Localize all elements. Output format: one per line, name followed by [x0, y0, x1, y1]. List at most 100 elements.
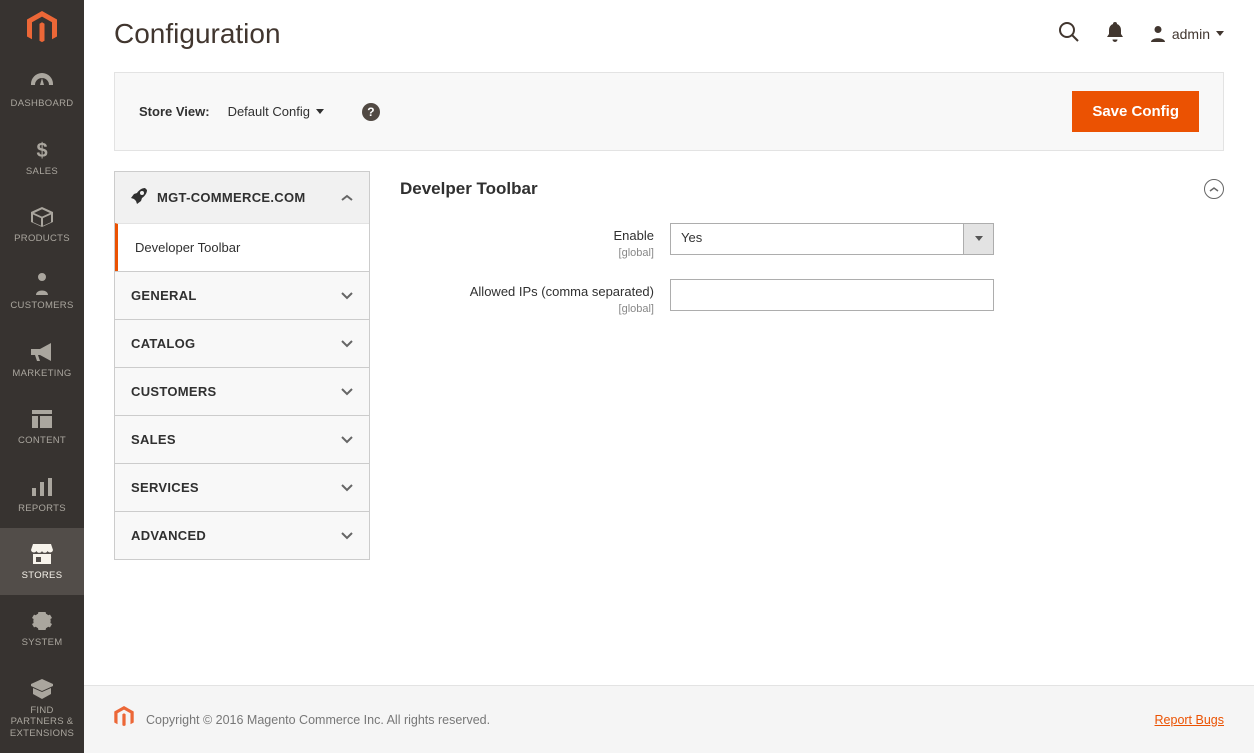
- select-value: Yes: [671, 224, 963, 254]
- admin-account-menu[interactable]: admin: [1150, 26, 1224, 42]
- store-view-selector[interactable]: Default Config: [228, 104, 324, 119]
- config-group-sales: SALES: [114, 415, 370, 463]
- chevron-down-icon: [341, 484, 353, 492]
- sidebar-item-dashboard[interactable]: DASHBOARD: [0, 56, 84, 123]
- dashboard-icon: [31, 70, 53, 94]
- chevron-down-icon: [341, 292, 353, 300]
- search-icon[interactable]: [1058, 21, 1080, 48]
- header-actions: admin: [1058, 21, 1224, 48]
- sidebar-item-label: CONTENT: [18, 435, 66, 446]
- field-allowed-ips: Allowed IPs (comma separated) [global]: [400, 279, 1224, 315]
- config-group-advanced: ADVANCED: [114, 511, 370, 560]
- magento-logo-small: [114, 706, 134, 733]
- config-group-header[interactable]: CUSTOMERS: [115, 368, 369, 415]
- field-label: Enable: [614, 228, 654, 243]
- settings-panel: Develper Toolbar Enable [global] Yes: [400, 171, 1224, 655]
- dollar-icon: $: [35, 138, 49, 162]
- main-content: Configuration admin Store View: Default …: [84, 0, 1254, 753]
- store-view-value: Default Config: [228, 104, 310, 119]
- user-icon: [1150, 26, 1166, 42]
- config-group-header[interactable]: GENERAL: [115, 272, 369, 319]
- rocket-icon: [131, 188, 147, 207]
- chevron-down-icon: [341, 436, 353, 444]
- save-config-button[interactable]: Save Config: [1072, 91, 1199, 132]
- config-group-general: GENERAL: [114, 271, 370, 319]
- config-group-mgtcommerce: MGT-COMMERCE.COM Developer Toolbar: [114, 171, 370, 271]
- panel-header[interactable]: Develper Toolbar: [400, 171, 1224, 223]
- panel-title: Develper Toolbar: [400, 179, 538, 199]
- enable-select[interactable]: Yes: [670, 223, 994, 255]
- config-group-services: SERVICES: [114, 463, 370, 511]
- sidebar-item-stores[interactable]: STORES: [0, 528, 84, 595]
- sidebar-item-label: PRODUCTS: [14, 233, 70, 244]
- config-group-header[interactable]: MGT-COMMERCE.COM: [115, 172, 369, 223]
- person-icon: [34, 272, 50, 296]
- sidebar-item-sales[interactable]: $ SALES: [0, 124, 84, 191]
- sidebar-item-marketing[interactable]: MARKETING: [0, 326, 84, 393]
- layout-icon: [32, 407, 52, 431]
- config-nav: MGT-COMMERCE.COM Developer Toolbar GENER…: [114, 171, 370, 655]
- sidebar-item-products[interactable]: PRODUCTS: [0, 191, 84, 258]
- store-view-toolbar: Store View: Default Config ? Save Config: [114, 72, 1224, 151]
- magento-logo[interactable]: [0, 0, 84, 56]
- sidebar-item-label: STORES: [22, 570, 63, 581]
- config-group-label: MGT-COMMERCE.COM: [157, 190, 306, 205]
- help-icon[interactable]: ?: [362, 103, 380, 121]
- config-group-catalog: CATALOG: [114, 319, 370, 367]
- notifications-icon[interactable]: [1106, 22, 1124, 47]
- sidebar-item-label: CUSTOMERS: [10, 300, 73, 311]
- field-enable: Enable [global] Yes: [400, 223, 1224, 259]
- page-header: Configuration admin: [84, 0, 1254, 62]
- config-group-label: CUSTOMERS: [131, 384, 217, 399]
- sidebar-item-label: REPORTS: [18, 503, 66, 514]
- config-body: MGT-COMMERCE.COM Developer Toolbar GENER…: [84, 161, 1254, 685]
- chevron-down-icon: [341, 532, 353, 540]
- collapse-icon[interactable]: [1204, 179, 1224, 199]
- box-icon: [31, 205, 53, 229]
- store-icon: [31, 542, 53, 566]
- config-group-header[interactable]: ADVANCED: [115, 512, 369, 559]
- select-arrow-icon: [963, 224, 993, 254]
- gear-icon: [32, 609, 52, 633]
- sidebar-item-label: FIND PARTNERS & EXTENSIONS: [4, 705, 80, 739]
- sidebar-item-reports[interactable]: REPORTS: [0, 461, 84, 528]
- report-bugs-link[interactable]: Report Bugs: [1155, 713, 1224, 727]
- chevron-down-icon: [341, 388, 353, 396]
- sidebar-item-label: SYSTEM: [22, 637, 63, 648]
- sidebar-item-partners[interactable]: FIND PARTNERS & EXTENSIONS: [0, 663, 84, 753]
- sidebar-item-label: SALES: [26, 166, 58, 177]
- config-group-label: GENERAL: [131, 288, 197, 303]
- megaphone-icon: [31, 340, 53, 364]
- field-scope: [global]: [400, 247, 654, 259]
- chevron-down-icon: [341, 340, 353, 348]
- config-group-label: CATALOG: [131, 336, 195, 351]
- config-group-header[interactable]: CATALOG: [115, 320, 369, 367]
- config-group-header[interactable]: SERVICES: [115, 464, 369, 511]
- page-footer: Copyright © 2016 Magento Commerce Inc. A…: [84, 685, 1254, 753]
- config-group-label: SALES: [131, 432, 176, 447]
- field-label: Allowed IPs (comma separated): [470, 284, 654, 299]
- sidebar-item-system[interactable]: SYSTEM: [0, 595, 84, 662]
- bars-icon: [32, 475, 52, 499]
- config-group-customers: CUSTOMERS: [114, 367, 370, 415]
- allowed-ips-input[interactable]: [670, 279, 994, 311]
- svg-text:$: $: [36, 140, 47, 161]
- chevron-up-icon: [341, 194, 353, 202]
- page-title: Configuration: [114, 18, 1058, 50]
- config-subitem-developer-toolbar[interactable]: Developer Toolbar: [115, 223, 369, 271]
- config-group-label: ADVANCED: [131, 528, 206, 543]
- caret-down-icon: [1216, 31, 1224, 37]
- sidebar-item-label: DASHBOARD: [11, 98, 74, 109]
- sidebar-item-label: MARKETING: [12, 368, 71, 379]
- config-group-header[interactable]: SALES: [115, 416, 369, 463]
- config-group-label: SERVICES: [131, 480, 199, 495]
- admin-username: admin: [1172, 26, 1210, 42]
- admin-sidebar: DASHBOARD $ SALES PRODUCTS CUSTOMERS MAR…: [0, 0, 84, 753]
- sidebar-item-content[interactable]: CONTENT: [0, 393, 84, 460]
- sidebar-item-customers[interactable]: CUSTOMERS: [0, 258, 84, 325]
- copyright-text: Copyright © 2016 Magento Commerce Inc. A…: [146, 713, 490, 727]
- store-view-label: Store View:: [139, 104, 210, 119]
- caret-down-icon: [316, 109, 324, 115]
- field-scope: [global]: [400, 303, 654, 315]
- partners-icon: [31, 677, 53, 701]
